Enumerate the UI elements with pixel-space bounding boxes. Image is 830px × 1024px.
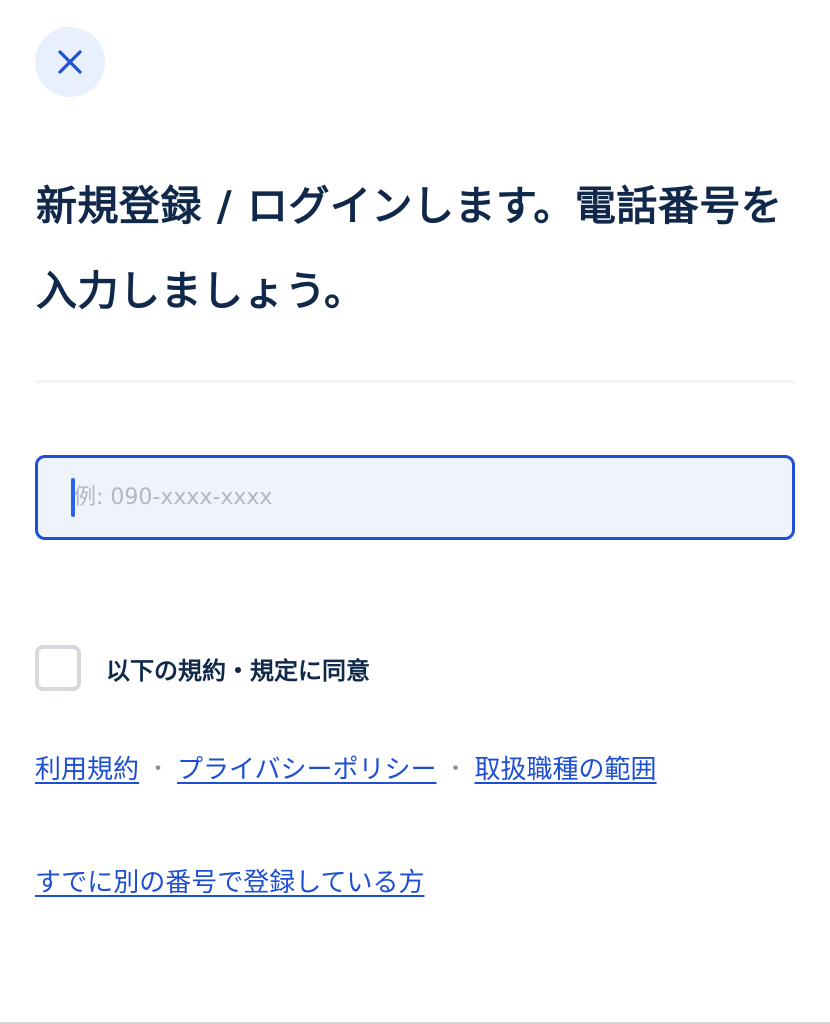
existing-account-link[interactable]: すでに別の番号で登録している方	[35, 868, 424, 898]
login-page: 新規登録 / ログインします。電話番号を入力しましょう。 以下の規約・規定に同意…	[0, 0, 830, 1024]
agree-checkbox[interactable]	[35, 645, 81, 691]
job-scope-link[interactable]: 取扱職種の範囲	[475, 749, 657, 786]
divider	[35, 380, 795, 383]
link-separator: ・	[147, 757, 170, 782]
close-button[interactable]	[35, 27, 105, 97]
phone-number-input[interactable]	[38, 458, 792, 537]
existing-account-row: すでに別の番号で登録している方	[35, 862, 424, 904]
privacy-policy-link[interactable]: プライバシーポリシー	[177, 749, 436, 786]
text-cursor	[71, 478, 75, 517]
phone-input-container[interactable]	[35, 455, 795, 540]
agree-label: 以下の規約・規定に同意	[106, 656, 370, 685]
close-icon	[58, 50, 82, 74]
agreement-row: 以下の規約・規定に同意	[35, 645, 370, 691]
terms-of-use-link[interactable]: 利用規約	[35, 749, 139, 786]
page-title: 新規登録 / ログインします。電話番号を入力しましょう。	[36, 182, 783, 315]
link-separator: ・	[444, 757, 467, 782]
terms-links: 利用規約 ・ プライバシーポリシー ・ 取扱職種の範囲	[35, 746, 657, 788]
